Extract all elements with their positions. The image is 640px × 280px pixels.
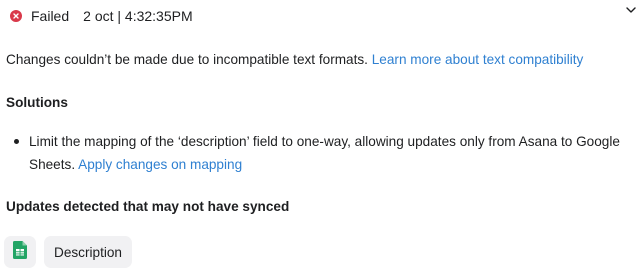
apply-changes-link[interactable]: Apply changes on mapping xyxy=(78,157,242,172)
google-sheets-badge xyxy=(4,236,36,268)
solutions-heading: Solutions xyxy=(6,95,68,110)
solutions-list: Limit the mapping of the ‘description’ f… xyxy=(6,130,620,176)
updates-heading: Updates detected that may not have synce… xyxy=(6,199,290,214)
error-message: Changes couldn’t be made due to incompat… xyxy=(6,51,630,69)
google-sheets-icon xyxy=(13,240,27,264)
chevron-down-icon[interactable] xyxy=(624,3,638,17)
status-label: Failed xyxy=(31,8,70,24)
error-message-text: Changes couldn’t be made due to incompat… xyxy=(6,52,368,67)
field-chip-description[interactable]: Description xyxy=(44,236,132,268)
status-timestamp: 2 oct | 4:32:35PM xyxy=(83,8,193,24)
sync-status-header: Failed 2 oct | 4:32:35PM xyxy=(10,6,630,26)
learn-more-link[interactable]: Learn more about text compatibility xyxy=(372,52,584,67)
failed-x-icon xyxy=(10,10,22,22)
bullet xyxy=(14,139,19,144)
solution-item: Limit the mapping of the ‘description’ f… xyxy=(6,130,620,176)
